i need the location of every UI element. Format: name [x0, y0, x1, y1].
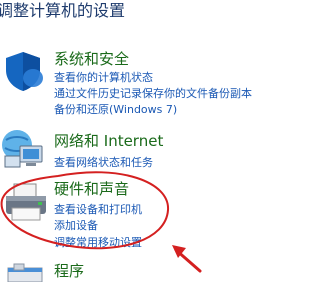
printer-icon[interactable]: [4, 182, 52, 230]
link-file-history-backup[interactable]: 通过文件历史记录保存你的文件备份副本: [54, 85, 252, 101]
category-programs: 程序: [0, 256, 331, 283]
link-view-computer-status[interactable]: 查看你的计算机状态: [54, 69, 153, 85]
category-title-system-security[interactable]: 系统和安全: [54, 48, 129, 69]
link-add-device[interactable]: 添加设备: [54, 217, 98, 233]
programs-icon[interactable]: [6, 262, 46, 286]
category-hardware-sound: 硬件和声音 查看设备和打印机 添加设备 调整常用移动设置: [0, 172, 331, 249]
link-mobility-settings[interactable]: 调整常用移动设置: [54, 234, 142, 250]
page-title: 调整计算机的设置: [0, 1, 126, 20]
link-view-devices-printers[interactable]: 查看设备和打印机: [54, 201, 142, 217]
category-network-internet: 网络和 Internet 查看网络状态和任务: [0, 124, 331, 170]
link-view-network-status[interactable]: 查看网络状态和任务: [54, 154, 153, 170]
category-title-network-internet[interactable]: 网络和 Internet: [54, 130, 163, 151]
link-backup-restore[interactable]: 备份和还原(Windows 7): [54, 101, 177, 117]
shield-icon[interactable]: [2, 50, 44, 96]
category-title-programs[interactable]: 程序: [54, 260, 84, 281]
network-globe-icon[interactable]: [0, 126, 46, 176]
category-system-security: 系统和安全 查看你的计算机状态 通过文件历史记录保存你的文件备份副本 备份和还原…: [0, 44, 331, 116]
category-title-hardware-sound[interactable]: 硬件和声音: [54, 178, 129, 199]
